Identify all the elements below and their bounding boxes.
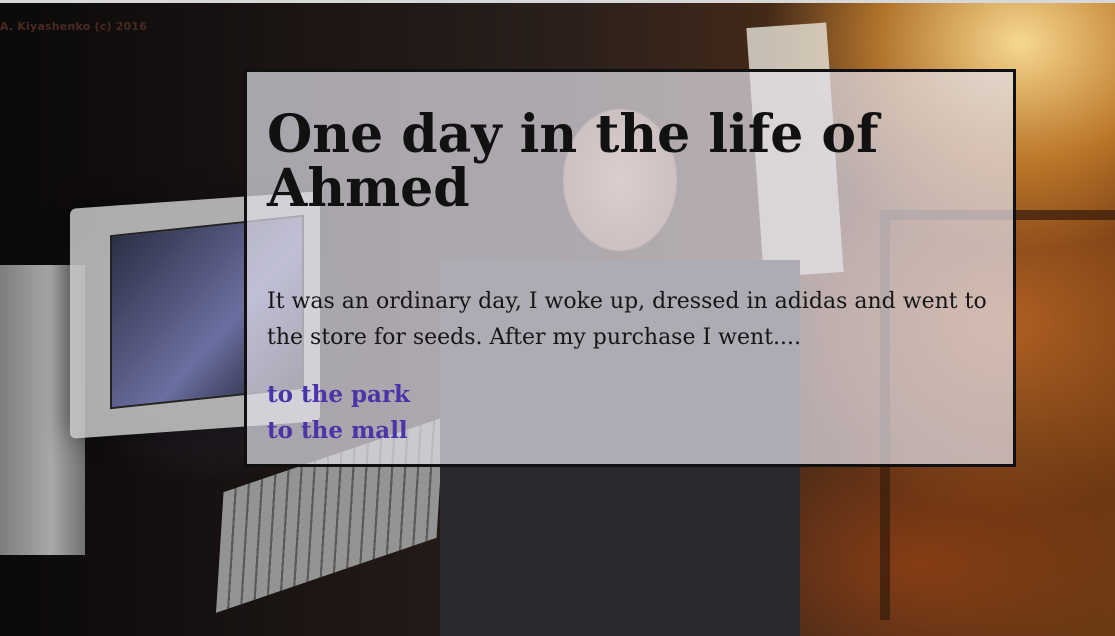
- image-watermark: A. Kiyashenko (c) 2016: [0, 20, 148, 33]
- story-panel: One day in the life of Ahmed It was an o…: [244, 69, 1016, 467]
- page: A. Kiyashenko (c) 2016 One day in the li…: [0, 0, 1115, 636]
- choice-list: to the park to the mall: [267, 377, 410, 449]
- choice-link-park[interactable]: to the park: [267, 377, 410, 413]
- choice-link-mall[interactable]: to the mall: [267, 413, 410, 449]
- story-title: One day in the life of Ahmed: [267, 104, 879, 219]
- story-text: It was an ordinary day, I woke up, dress…: [267, 289, 987, 350]
